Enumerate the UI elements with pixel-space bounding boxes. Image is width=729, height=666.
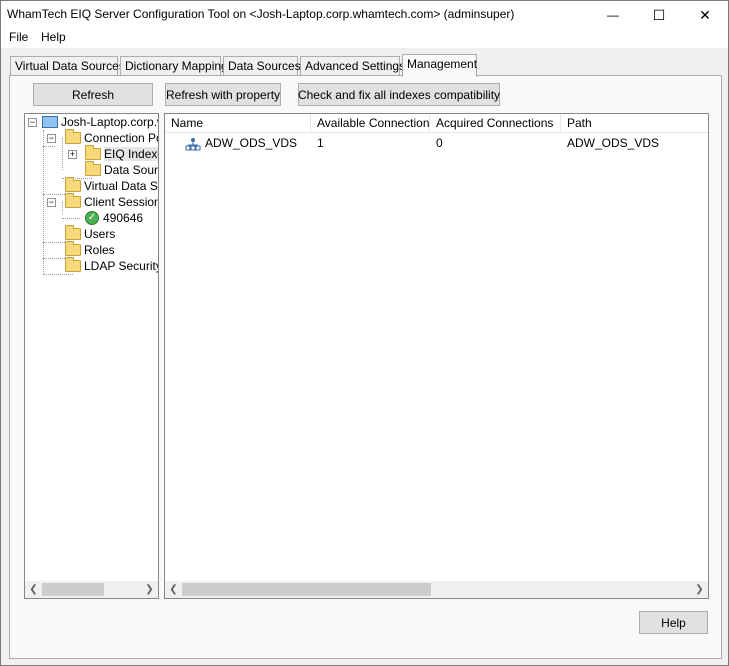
server-tree[interactable]: − Josh-Laptop.corp.whamtech.com − Connec… <box>24 113 159 599</box>
tab-data-sources[interactable]: Data Sources <box>223 56 301 76</box>
maximize-button[interactable]: ☐ <box>636 1 682 29</box>
row-name: ADW_ODS_VDS <box>205 136 298 150</box>
help-button[interactable]: Help <box>639 611 708 634</box>
folder-icon <box>65 193 81 208</box>
window-title: WhamTech EIQ Server Configuration Tool o… <box>7 7 515 21</box>
tab-management[interactable]: Management <box>402 54 477 77</box>
check-fix-indexes-button[interactable]: Check and fix all indexes compatibility <box>298 83 500 106</box>
close-button[interactable]: ✕ <box>682 1 728 29</box>
tree-item-users[interactable]: Users <box>65 225 116 242</box>
row-available: 1 <box>317 136 324 150</box>
expand-eiq-indexes-icon[interactable]: + <box>68 150 77 159</box>
tree-item-label: Virtual Data Sources <box>84 179 158 193</box>
tree-item-label: 490646 <box>103 211 144 225</box>
tab-virtual-data-sources[interactable]: Virtual Data Sources <box>10 56 125 76</box>
maximize-icon: ☐ <box>652 6 666 23</box>
tree-horizontal-scrollbar[interactable]: ❮ ❯ <box>25 581 158 598</box>
folder-icon <box>65 129 81 144</box>
column-header-acquired[interactable]: Acquired Connections <box>430 114 561 133</box>
tree-item-label: Josh-Laptop.corp.whamtech.com <box>61 115 158 129</box>
tree-item-connection-pools[interactable]: Connection Pools <box>65 129 158 146</box>
tree-item-label: Connection Pools <box>84 131 158 145</box>
menu-file[interactable]: File <box>7 30 30 44</box>
tree-item-label: LDAP Security <box>84 259 159 273</box>
row-path: ADW_ODS_VDS <box>567 136 660 150</box>
refresh-button[interactable]: Refresh <box>33 83 153 106</box>
folder-icon <box>65 241 81 256</box>
tree-item-label: Data Sources <box>104 163 159 177</box>
tree-item-roles[interactable]: Roles <box>65 241 115 258</box>
collapse-connection-pools-icon[interactable]: − <box>47 134 56 143</box>
minimize-icon: — <box>607 8 619 22</box>
check-circle-icon: ✓ <box>85 211 99 225</box>
menu-help[interactable]: Help <box>39 30 68 44</box>
scroll-left-icon[interactable]: ❮ <box>25 581 42 598</box>
tree-item-label: EIQ Indexes <box>104 147 158 161</box>
folder-icon <box>65 225 81 240</box>
tree-item-virtual-data-sources[interactable]: Virtual Data Sources <box>65 177 158 194</box>
folder-icon <box>65 177 81 192</box>
scroll-left-icon[interactable]: ❮ <box>165 581 182 598</box>
row-acquired: 0 <box>436 136 443 150</box>
column-header-path[interactable]: Path <box>561 114 708 133</box>
close-icon: ✕ <box>699 6 711 23</box>
tree-item-label: Users <box>84 227 116 241</box>
scroll-right-icon[interactable]: ❯ <box>691 581 708 598</box>
scroll-thumb[interactable] <box>42 583 104 596</box>
tab-advanced-settings[interactable]: Advanced Settings <box>300 56 405 76</box>
refresh-with-property-button[interactable]: Refresh with property <box>165 83 281 106</box>
tree-item-label: Client Sessions <box>84 195 159 209</box>
column-header-name[interactable]: Name <box>165 114 311 133</box>
connections-list[interactable]: Name Available Connections Acquired Conn… <box>164 113 709 599</box>
tree-item-ldap-security[interactable]: LDAP Security <box>65 257 159 274</box>
tab-dictionary-mapping[interactable]: Dictionary Mapping <box>120 56 228 76</box>
minimize-button[interactable]: — <box>590 1 636 29</box>
folder-icon <box>85 161 101 176</box>
menu-bar: File Help <box>1 28 728 48</box>
vds-icon <box>185 137 201 154</box>
collapse-client-sessions-icon[interactable]: − <box>47 198 56 207</box>
scroll-right-icon[interactable]: ❯ <box>141 581 158 598</box>
folder-icon <box>85 145 101 160</box>
tree-item-server[interactable]: Josh-Laptop.corp.whamtech.com <box>42 114 158 130</box>
computer-icon <box>42 116 58 128</box>
main-window: WhamTech EIQ Server Configuration Tool o… <box>0 0 729 666</box>
list-horizontal-scrollbar[interactable]: ❮ ❯ <box>165 581 708 598</box>
title-bar[interactable]: WhamTech EIQ Server Configuration Tool o… <box>1 1 728 29</box>
column-header-available[interactable]: Available Connections <box>311 114 436 133</box>
tree-item-eiq-indexes[interactable]: EIQ Indexes <box>85 145 158 162</box>
tree-item-session[interactable]: ✓ 490646 <box>85 210 143 226</box>
folder-icon <box>65 257 81 272</box>
scroll-thumb[interactable] <box>182 583 431 596</box>
tree-item-label: Roles <box>84 243 115 257</box>
tree-item-client-sessions[interactable]: Client Sessions <box>65 193 159 210</box>
tree-item-data-sources[interactable]: Data Sources <box>85 161 159 178</box>
collapse-root-icon[interactable]: − <box>28 118 37 127</box>
